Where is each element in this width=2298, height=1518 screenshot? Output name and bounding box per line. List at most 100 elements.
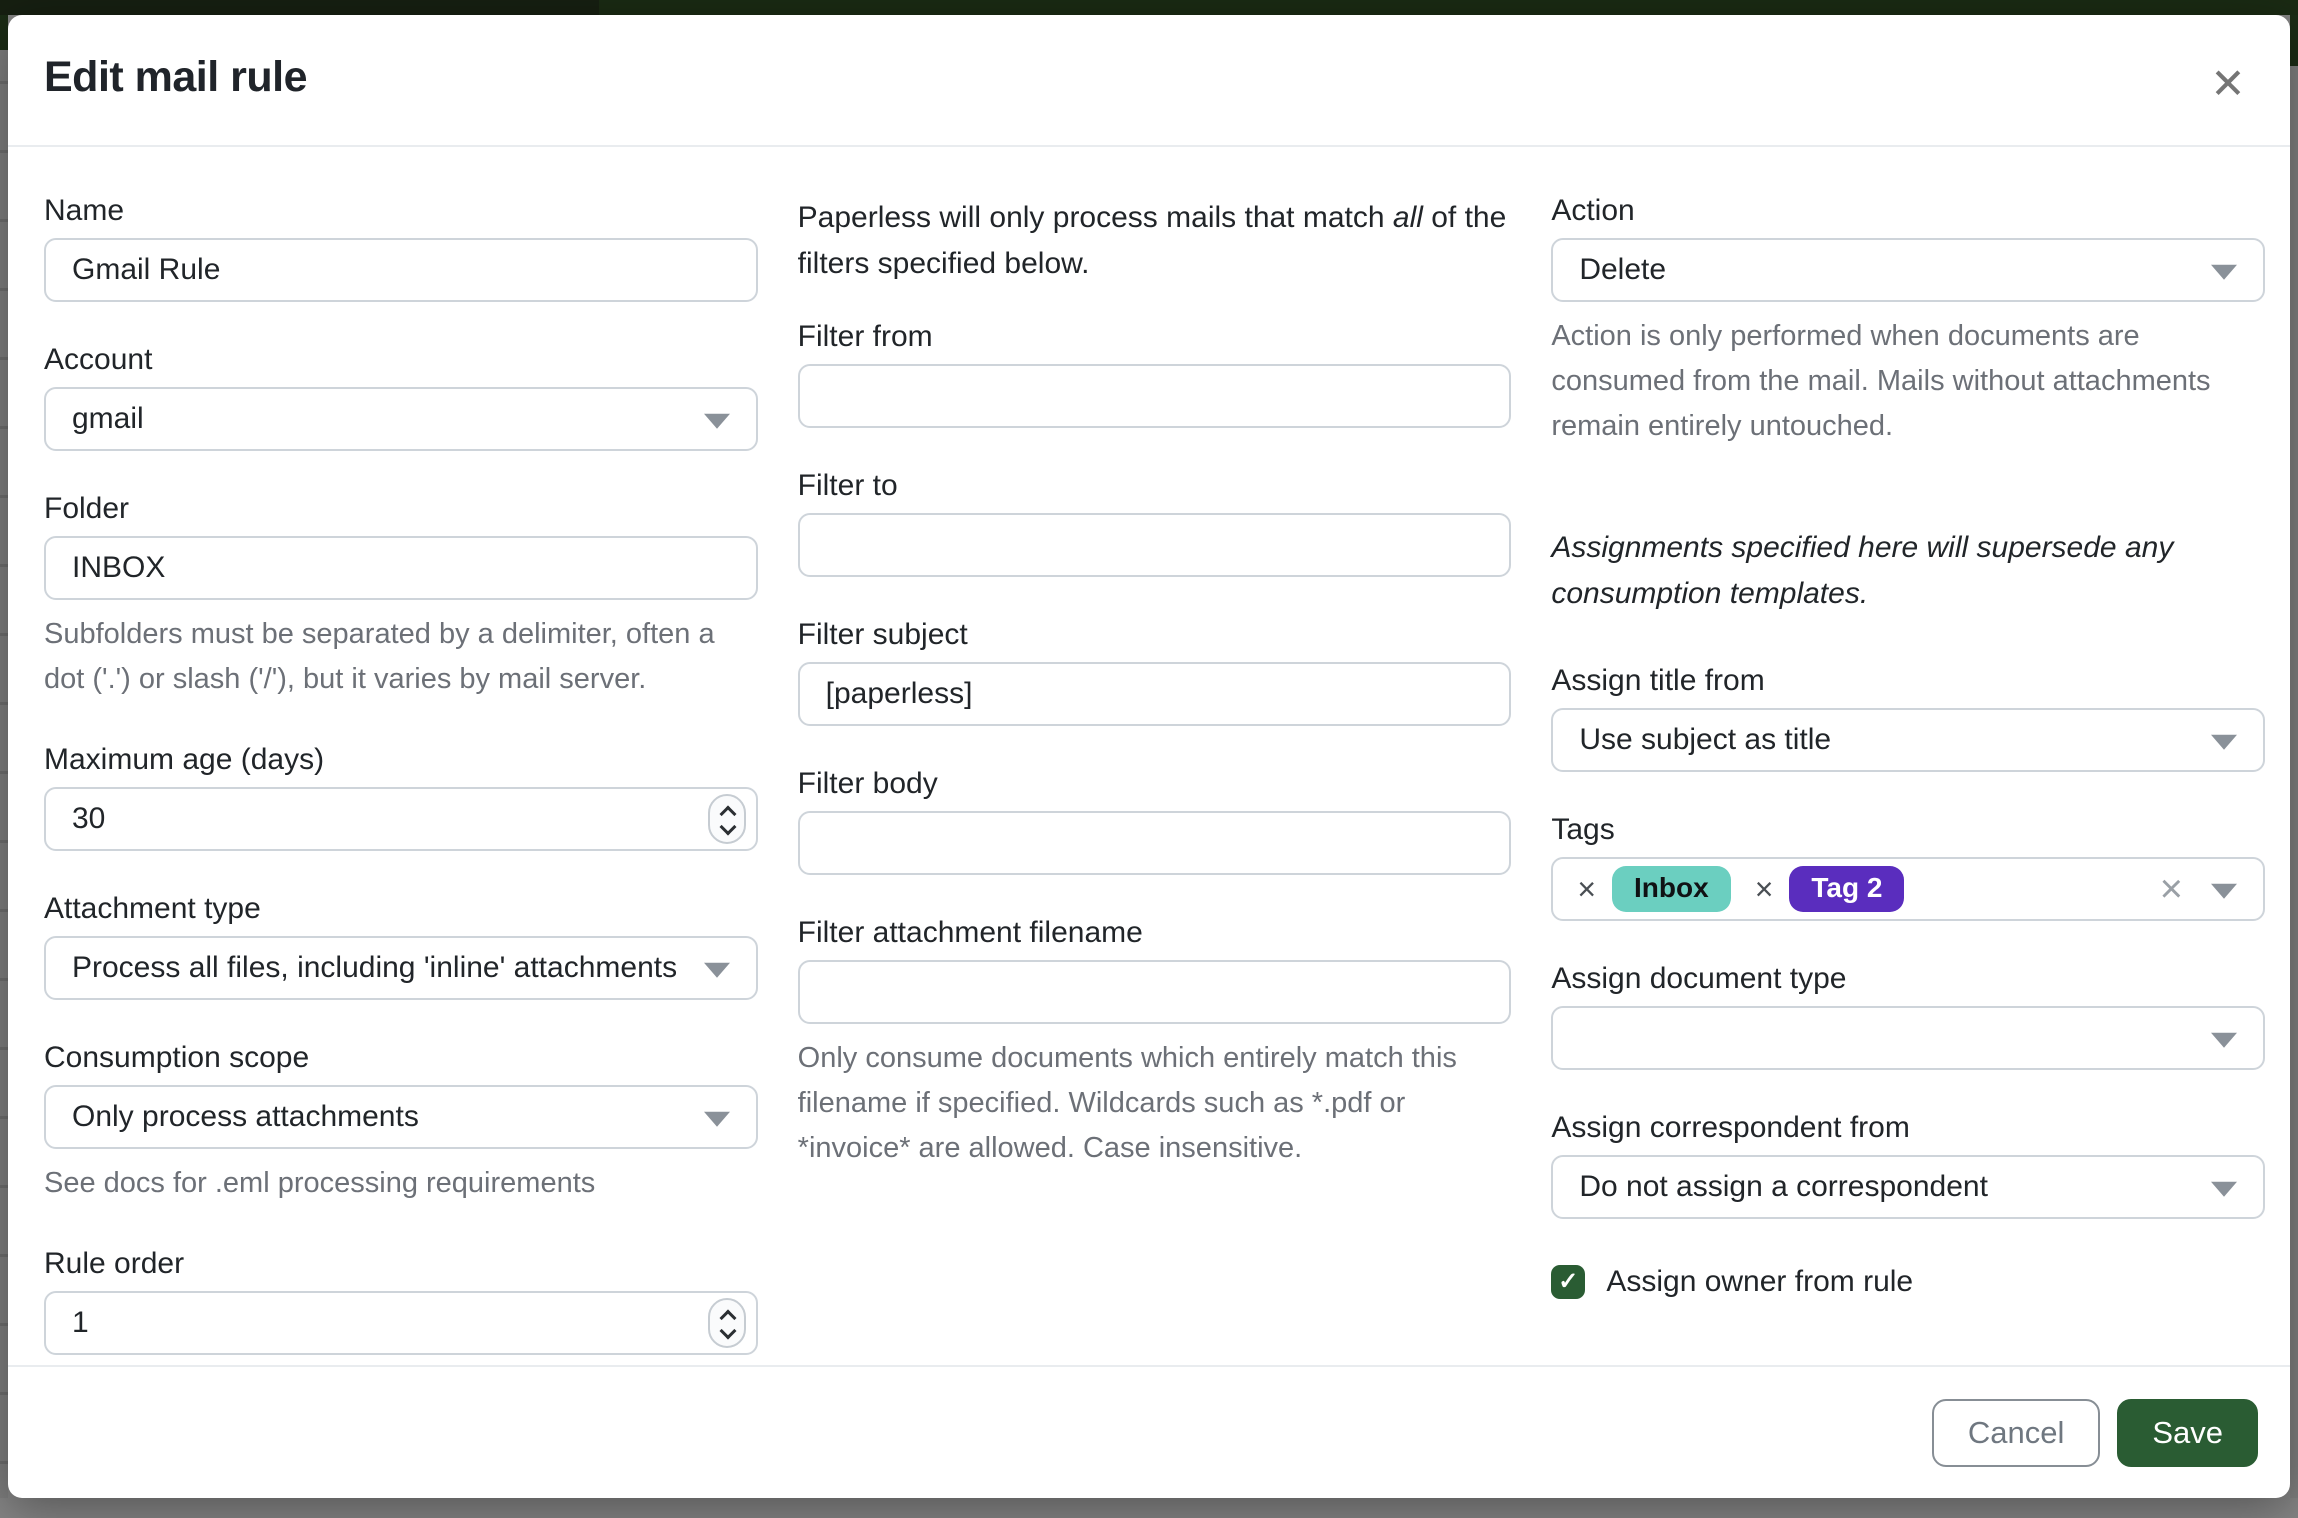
close-icon: ✕ — [2210, 59, 2245, 108]
folder-input[interactable] — [44, 536, 758, 600]
filter-to-label: Filter to — [798, 468, 1512, 504]
tags-label: Tags — [1551, 812, 2265, 848]
field-action: Action Delete Action is only performed w… — [1551, 193, 2265, 449]
field-tags: Tags × Inbox × Tag 2 × — [1551, 812, 2265, 921]
filter-body-input[interactable] — [798, 811, 1512, 875]
field-document-type: Assign document type — [1551, 961, 2265, 1070]
close-button[interactable]: ✕ — [2200, 55, 2256, 111]
name-label: Name — [44, 193, 758, 229]
rule-order-label: Rule order — [44, 1246, 758, 1282]
field-assign-title: Assign title from Use subject as title — [1551, 663, 2265, 772]
field-rule-order: Rule order — [44, 1246, 758, 1355]
rule-order-stepper[interactable] — [708, 1298, 746, 1348]
field-filter-body: Filter body — [798, 766, 1512, 875]
folder-help-text: Subfolders must be separated by a delimi… — [44, 612, 758, 702]
column-right: Action Delete Action is only performed w… — [1551, 193, 2265, 1365]
navbar-strip — [0, 0, 2298, 15]
filter-subject-input[interactable] — [798, 662, 1512, 726]
chevron-down-icon — [2211, 1033, 2237, 1048]
correspondent-select-value: Do not assign a correspondent — [1579, 1170, 1988, 1204]
backdrop-right — [2290, 15, 2298, 1498]
consumption-scope-select[interactable]: Only process attachments — [44, 1085, 758, 1149]
field-account: Account gmail — [44, 342, 758, 451]
field-consumption-scope: Consumption scope Only process attachmen… — [44, 1040, 758, 1206]
document-type-label: Assign document type — [1551, 961, 2265, 997]
modal-body: Name Account gmail Folder Subfolders mus… — [8, 147, 2290, 1365]
assign-owner-checkbox-row[interactable]: ✓ Assign owner from rule — [1551, 1265, 2265, 1299]
correspondent-select[interactable]: Do not assign a correspondent — [1551, 1155, 2265, 1219]
field-attachment-type: Attachment type Process all files, inclu… — [44, 891, 758, 1000]
assign-owner-checkbox[interactable]: ✓ — [1551, 1265, 1585, 1299]
assign-title-select[interactable]: Use subject as title — [1551, 708, 2265, 772]
assign-title-label: Assign title from — [1551, 663, 2265, 699]
chevron-down-icon — [704, 963, 730, 978]
account-label: Account — [44, 342, 758, 378]
tag-pill-tag2: Tag 2 — [1789, 866, 1904, 912]
chevron-down-icon — [2211, 265, 2237, 280]
filter-from-label: Filter from — [798, 319, 1512, 355]
folder-label: Folder — [44, 491, 758, 527]
chevron-down-icon — [2211, 1182, 2237, 1197]
chevron-down-icon — [2211, 884, 2237, 899]
consumption-scope-label: Consumption scope — [44, 1040, 758, 1076]
filter-from-input[interactable] — [798, 364, 1512, 428]
field-max-age: Maximum age (days) — [44, 742, 758, 851]
rule-order-input[interactable] — [44, 1291, 758, 1355]
column-left: Name Account gmail Folder Subfolders mus… — [44, 193, 758, 1365]
chevron-down-icon — [2211, 735, 2237, 750]
chevron-down-icon — [704, 1112, 730, 1127]
filter-filename-label: Filter attachment filename — [798, 915, 1512, 951]
action-help-text: Action is only performed when documents … — [1551, 314, 2265, 449]
attachment-type-select-value: Process all files, including 'inline' at… — [72, 951, 677, 985]
tags-select[interactable]: × Inbox × Tag 2 × — [1551, 857, 2265, 921]
chevron-up-icon — [721, 804, 733, 816]
attachment-type-select[interactable]: Process all files, including 'inline' at… — [44, 936, 758, 1000]
tag-pill-inbox: Inbox — [1612, 866, 1731, 912]
assign-owner-label: Assign owner from rule — [1606, 1265, 1913, 1299]
action-select-value: Delete — [1579, 253, 1666, 287]
clear-icon[interactable]: × — [2160, 869, 2183, 909]
field-filter-from: Filter from — [798, 319, 1512, 428]
max-age-input[interactable] — [44, 787, 758, 851]
filter-filename-help-text: Only consume documents which entirely ma… — [798, 1036, 1512, 1171]
chevron-down-icon — [721, 1327, 733, 1339]
document-type-select[interactable] — [1551, 1006, 2265, 1070]
max-age-stepper[interactable] — [708, 794, 746, 844]
correspondent-label: Assign correspondent from — [1551, 1110, 2265, 1146]
cancel-button[interactable]: Cancel — [1932, 1399, 2101, 1467]
remove-tag-icon[interactable]: × — [1755, 873, 1774, 905]
field-correspondent: Assign correspondent from Do not assign … — [1551, 1110, 2265, 1219]
field-name: Name — [44, 193, 758, 302]
field-filter-to: Filter to — [798, 468, 1512, 577]
remove-tag-icon[interactable]: × — [1577, 873, 1596, 905]
attachment-type-label: Attachment type — [44, 891, 758, 927]
action-select[interactable]: Delete — [1551, 238, 2265, 302]
assign-title-select-value: Use subject as title — [1579, 723, 1831, 757]
filters-intro-text: Paperless will only process mails that m… — [798, 195, 1512, 287]
chevron-down-icon — [704, 414, 730, 429]
field-folder: Folder Subfolders must be separated by a… — [44, 491, 758, 702]
account-select-value: gmail — [72, 402, 144, 436]
field-filter-subject: Filter subject — [798, 617, 1512, 726]
filter-filename-input[interactable] — [798, 960, 1512, 1024]
chevron-up-icon — [721, 1308, 733, 1320]
consumption-scope-help-text: See docs for .eml processing requirement… — [44, 1161, 758, 1206]
filter-subject-label: Filter subject — [798, 617, 1512, 653]
page-title: Edit mail rule — [44, 51, 2256, 103]
filter-to-input[interactable] — [798, 513, 1512, 577]
field-filter-filename: Filter attachment filename Only consume … — [798, 915, 1512, 1171]
assignments-note: Assignments specified here will supersed… — [1551, 525, 2265, 617]
name-input[interactable] — [44, 238, 758, 302]
check-icon: ✓ — [1558, 1270, 1578, 1294]
chevron-down-icon — [721, 823, 733, 835]
column-middle: Paperless will only process mails that m… — [798, 193, 1512, 1365]
account-select[interactable]: gmail — [44, 387, 758, 451]
filter-body-label: Filter body — [798, 766, 1512, 802]
consumption-scope-select-value: Only process attachments — [72, 1100, 419, 1134]
edit-mail-rule-dialog: Edit mail rule ✕ Name Account gmail Fold… — [8, 15, 2290, 1498]
max-age-label: Maximum age (days) — [44, 742, 758, 778]
modal-header: Edit mail rule ✕ — [8, 15, 2290, 147]
save-button[interactable]: Save — [2117, 1399, 2258, 1467]
action-label: Action — [1551, 193, 2265, 229]
modal-footer: Cancel Save — [8, 1365, 2290, 1498]
